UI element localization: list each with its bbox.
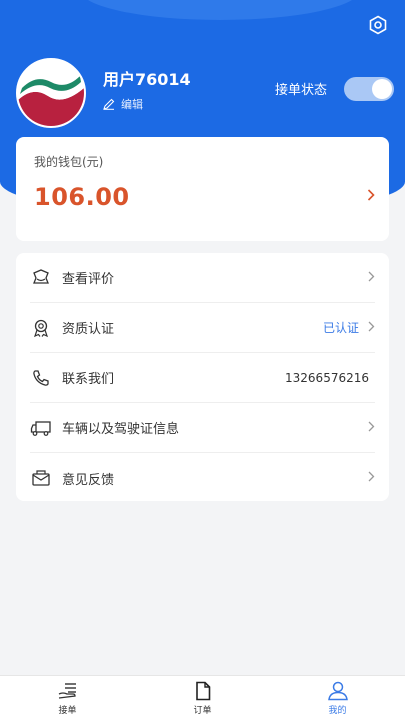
edit-label: 编辑	[121, 98, 143, 111]
wallet-title: 我的钱包(元)	[34, 155, 104, 169]
chevron-right-icon	[365, 271, 375, 285]
certificate-icon	[30, 317, 52, 339]
wallet-card[interactable]: 我的钱包(元) 106.00	[16, 137, 389, 241]
menu-label-vehicle-license: 车辆以及驾驶证信息	[62, 422, 180, 437]
menu-item-reviews[interactable]: 查看评价	[30, 253, 375, 303]
tab-label-take-order: 接单	[58, 705, 77, 716]
settings-button[interactable]	[367, 14, 389, 36]
avatar[interactable]	[16, 58, 86, 128]
menu-item-vehicle-license[interactable]: 车辆以及驾驶证信息	[30, 403, 375, 453]
edit-profile-link[interactable]: 编辑	[103, 96, 143, 112]
feedback-icon	[30, 467, 52, 489]
chevron-right-icon	[365, 471, 375, 485]
username: 用户76014	[103, 70, 191, 89]
chevron-right-icon	[367, 189, 375, 205]
tab-profile[interactable]: 我的	[270, 676, 405, 720]
review-icon	[30, 267, 52, 289]
certification-status: 已认证	[322, 321, 359, 335]
phone-icon	[30, 367, 52, 389]
bottom-tab-bar: 接单 订单 我的	[0, 675, 405, 720]
wallet-amount: 106.00	[34, 183, 130, 211]
pencil-icon	[103, 98, 115, 110]
menu-label-feedback: 意见反馈	[62, 472, 115, 488]
profile-icon	[327, 681, 348, 700]
chevron-right-icon	[365, 321, 375, 335]
avatar-logo	[18, 60, 84, 126]
menu-label-certification: 资质认证	[62, 322, 115, 337]
tab-orders[interactable]: 订单	[135, 676, 270, 720]
menu-label-reviews: 查看评价	[62, 272, 115, 287]
menu-item-certification[interactable]: 资质认证 已认证	[30, 303, 375, 353]
menu-item-feedback[interactable]: 意见反馈	[30, 453, 375, 503]
contact-phone-number: 13266576216	[285, 370, 369, 385]
menu-list: 查看评价 资质认证 已认证 联系我们 13266576216 车辆以及驾驶证信息…	[16, 253, 389, 501]
truck-icon	[30, 417, 52, 439]
chevron-right-icon	[365, 421, 375, 435]
order-icon	[195, 681, 210, 700]
header-arc	[80, 0, 360, 20]
tab-take-order[interactable]: 接单	[0, 676, 135, 720]
settings-icon	[369, 15, 387, 35]
take-order-icon	[58, 682, 76, 699]
tab-label-profile: 我的	[328, 705, 347, 716]
menu-label-contact: 联系我们	[62, 372, 115, 387]
order-status-toggle[interactable]	[344, 77, 394, 101]
order-status-label: 接单状态	[275, 83, 328, 98]
menu-item-contact[interactable]: 联系我们 13266576216	[30, 353, 375, 403]
toggle-knob	[372, 79, 392, 99]
tab-label-orders: 订单	[193, 705, 212, 716]
